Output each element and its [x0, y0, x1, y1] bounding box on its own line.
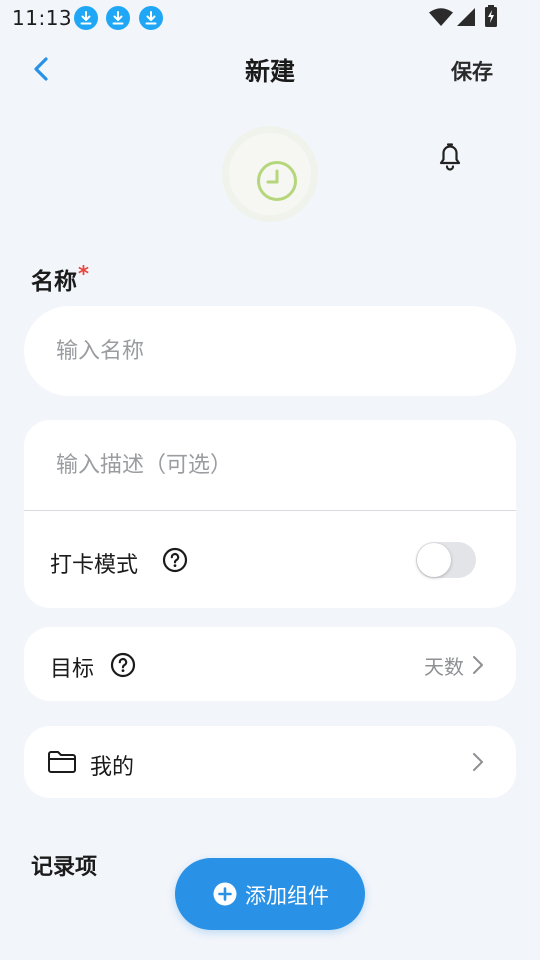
toggle-knob — [417, 543, 451, 577]
battery-charging-icon — [485, 5, 497, 27]
status-bar: 11:13 — [0, 0, 540, 36]
icon-picker-background — [229, 133, 311, 215]
required-mark: * — [78, 262, 89, 286]
help-icon[interactable] — [110, 652, 136, 678]
name-input[interactable] — [56, 306, 486, 396]
description-input[interactable] — [56, 420, 486, 510]
divider — [24, 510, 516, 511]
signal-icon — [457, 8, 475, 26]
plus-circle-icon — [213, 882, 237, 906]
clock-icon — [257, 161, 297, 201]
download-notification-icon — [139, 6, 163, 30]
wifi-icon — [429, 8, 453, 26]
folder-icon — [48, 751, 76, 773]
checkin-mode-toggle[interactable] — [416, 542, 476, 578]
checkin-mode-label: 打卡模式 — [50, 553, 139, 578]
name-label-text: 名称 — [31, 269, 77, 295]
chevron-right-icon — [473, 656, 483, 674]
records-section-title: 记录项 — [31, 855, 98, 880]
help-icon[interactable] — [162, 547, 188, 573]
add-component-button[interactable]: 添加组件 — [175, 858, 365, 930]
name-input-card — [24, 306, 516, 396]
goal-value: 天数 — [424, 655, 464, 679]
bell-icon — [439, 143, 461, 171]
save-button[interactable]: 保存 — [440, 56, 504, 86]
download-notification-icon — [74, 6, 98, 30]
goal-row[interactable]: 目标 天数 — [24, 627, 516, 701]
reminder-button[interactable] — [432, 138, 468, 174]
add-component-label: 添加组件 — [245, 884, 329, 908]
chevron-right-icon — [473, 753, 483, 771]
goal-label: 目标 — [50, 657, 95, 682]
download-notification-icon — [106, 6, 130, 30]
habit-icon-picker[interactable] — [222, 126, 318, 222]
folder-row[interactable]: 我的 — [24, 726, 516, 798]
name-label: 名称* — [31, 262, 89, 296]
description-input-wrap — [24, 420, 516, 510]
description-card: 打卡模式 — [24, 420, 516, 608]
status-time: 11:13 — [12, 6, 73, 30]
folder-label: 我的 — [90, 755, 135, 780]
